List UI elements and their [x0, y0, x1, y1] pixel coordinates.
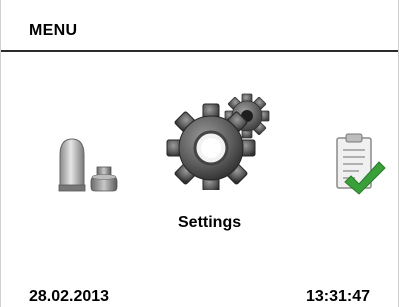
- checklist-clipboard-icon[interactable]: [333, 132, 389, 200]
- header-bar: MENU: [1, 0, 398, 52]
- device-screen: MENU Settings 28.02.2013 13:31:47: [0, 0, 399, 307]
- current-time: 13:31:47: [305, 288, 370, 305]
- menu-title: MENU: [29, 22, 78, 39]
- current-date: 28.02.2013: [29, 288, 110, 305]
- selected-item-label: Settings: [178, 214, 242, 231]
- filter-cartridge-icon[interactable]: [57, 137, 125, 193]
- settings-gear-icon[interactable]: [163, 92, 281, 193]
